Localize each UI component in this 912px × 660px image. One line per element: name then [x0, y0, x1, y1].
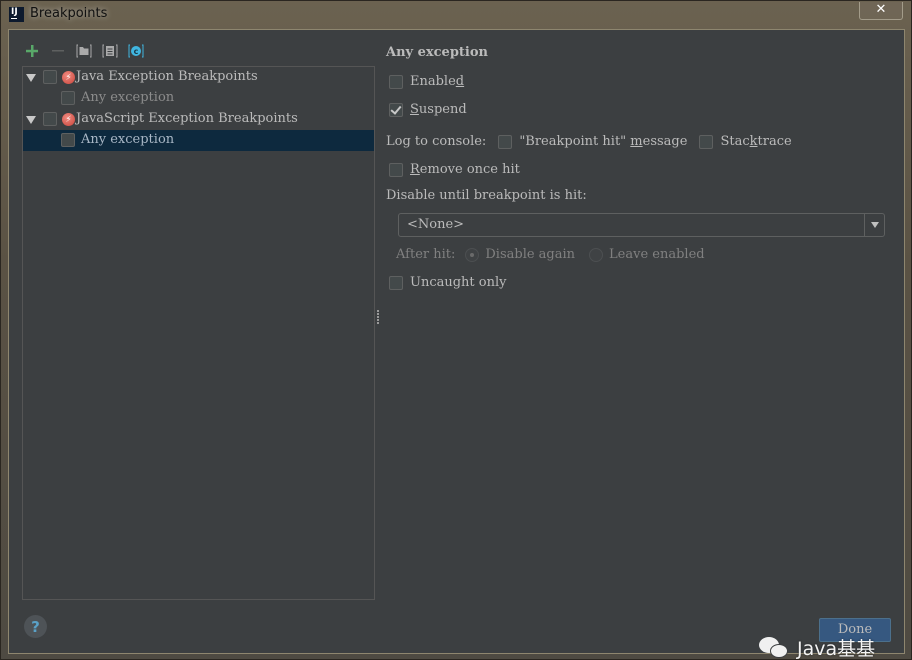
- suspend-checkbox[interactable]: [389, 102, 403, 117]
- breakpoints-tree: ⚡ Java Exception Breakpoints Any excepti…: [22, 66, 375, 600]
- disable-until-row: Disable until breakpoint is hit:: [386, 188, 587, 203]
- disable-again-label: Disable again: [485, 247, 576, 262]
- panel-splitter-handle[interactable]: [376, 310, 380, 326]
- intellij-app-icon: IJ: [9, 7, 24, 22]
- stacktrace-checkbox[interactable]: [699, 134, 714, 149]
- remove-icon: [52, 50, 64, 52]
- group-by-package-button[interactable]: [101, 42, 119, 60]
- breakpoints-toolbar: c: [23, 42, 145, 60]
- help-button[interactable]: ?: [24, 615, 47, 638]
- wechat-icon: [759, 635, 791, 660]
- window-title: Breakpoints: [30, 6, 108, 21]
- expand-arrow-icon[interactable]: [26, 116, 36, 124]
- breakpoint-hit-message-label: "Breakpoint hit" message: [519, 134, 688, 149]
- group-by-file-button[interactable]: [75, 42, 93, 60]
- suspend-option[interactable]: Suspend: [389, 102, 467, 117]
- dropdown-value: <None>: [407, 217, 465, 232]
- remove-breakpoint-button[interactable]: [49, 42, 67, 60]
- item-checkbox[interactable]: [61, 91, 75, 105]
- title-bar: IJ Breakpoints ✕: [1, 1, 912, 29]
- class-icon: c: [128, 44, 144, 58]
- after-hit-row: After hit: Disable again Leave enabled: [396, 247, 705, 262]
- tree-group-java[interactable]: ⚡ Java Exception Breakpoints: [23, 67, 374, 88]
- package-icon: [102, 44, 118, 58]
- tree-group-label: JavaScript Exception Breakpoints: [76, 111, 298, 126]
- folder-icon: [76, 44, 92, 58]
- tree-group-label: Java Exception Breakpoints: [76, 69, 258, 84]
- exception-breakpoint-icon: ⚡: [62, 71, 75, 84]
- breakpoints-dialog: IJ Breakpoints ✕ c ⚡ Java Exception Brea…: [0, 0, 912, 660]
- breakpoint-properties: Any exception Enabled Suspend Log to con…: [386, 30, 896, 330]
- log-to-console-label: Log to console:: [386, 134, 487, 149]
- item-checkbox[interactable]: [61, 133, 75, 147]
- group-checkbox[interactable]: [43, 112, 57, 126]
- add-breakpoint-button[interactable]: [23, 42, 41, 60]
- properties-title: Any exception: [386, 45, 488, 60]
- add-icon: [26, 45, 38, 57]
- remove-once-hit-checkbox[interactable]: [389, 162, 403, 177]
- group-checkbox[interactable]: [43, 70, 57, 84]
- breakpoint-hit-message-checkbox[interactable]: [498, 134, 513, 149]
- remove-once-hit-option[interactable]: Remove once hit: [389, 162, 520, 177]
- close-button[interactable]: ✕: [859, 2, 903, 20]
- tree-item-java-any-exception[interactable]: Any exception: [23, 88, 374, 109]
- leave-enabled-radio[interactable]: [589, 247, 604, 262]
- tree-item-label: Any exception: [81, 132, 175, 147]
- tree-item-javascript-any-exception[interactable]: Any exception: [23, 130, 374, 151]
- remove-once-hit-label: Remove once hit: [410, 162, 520, 177]
- watermark-text: Java基基: [797, 638, 876, 660]
- dropdown-arrow-button[interactable]: [864, 214, 884, 236]
- uncaught-only-checkbox[interactable]: [389, 275, 403, 290]
- watermark-overlay: Java基基: [759, 634, 875, 660]
- disable-until-label: Disable until breakpoint is hit:: [386, 188, 587, 203]
- chevron-down-icon: [870, 222, 879, 228]
- dialog-content: c ⚡ Java Exception Breakpoints Any excep…: [8, 29, 905, 660]
- after-hit-label: After hit:: [396, 247, 456, 262]
- enabled-checkbox[interactable]: [389, 74, 403, 89]
- leave-enabled-label: Leave enabled: [609, 247, 705, 262]
- stacktrace-label: Stacktrace: [720, 134, 792, 149]
- tree-group-javascript[interactable]: ⚡ JavaScript Exception Breakpoints: [23, 109, 374, 130]
- suspend-label: Suspend: [410, 102, 467, 117]
- log-to-console-row: Log to console: "Breakpoint hit" message…: [386, 134, 792, 149]
- enabled-label: Enabled: [410, 74, 465, 89]
- tree-item-label: Any exception: [81, 90, 175, 105]
- uncaught-only-option[interactable]: Uncaught only: [389, 275, 506, 290]
- enabled-option[interactable]: Enabled: [389, 74, 464, 89]
- group-by-class-button[interactable]: c: [127, 42, 145, 60]
- uncaught-only-label: Uncaught only: [410, 275, 507, 290]
- disable-until-dropdown[interactable]: <None>: [398, 213, 885, 237]
- expand-arrow-icon[interactable]: [26, 74, 36, 82]
- exception-breakpoint-icon: ⚡: [62, 113, 75, 126]
- svg-text:c: c: [134, 47, 139, 56]
- disable-again-radio[interactable]: [465, 247, 480, 262]
